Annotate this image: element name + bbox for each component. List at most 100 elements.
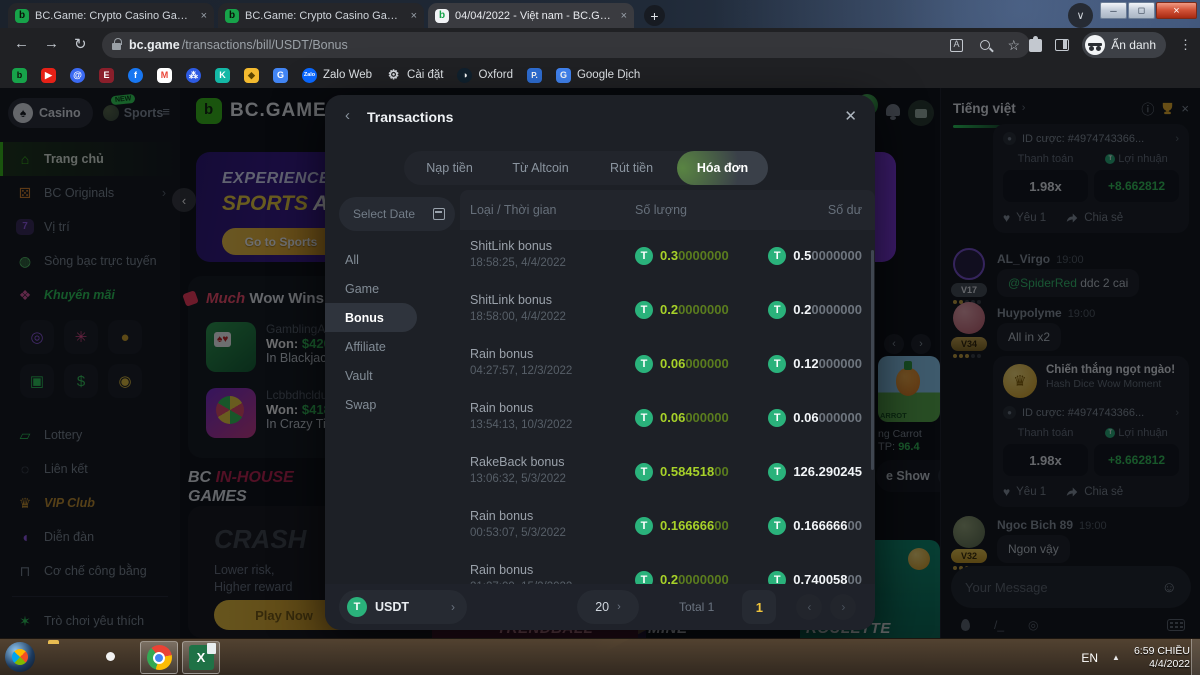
new-tab-button[interactable]: + [644,5,665,26]
filter-all[interactable]: All [325,245,460,274]
usdt-coin-icon: T [768,409,786,427]
bookmark-youtube[interactable]: ▶ [41,68,56,83]
table-row: ShitLink bonus18:58:00, 4/4/2022 T0.2000… [460,284,875,338]
chevron-right-icon: › [617,601,621,613]
show-desktop-button[interactable] [1191,639,1200,675]
bookmark-at[interactable]: @ [70,68,85,83]
tab-withdraw[interactable]: Rút tiền [586,151,677,185]
side-panel-icon[interactable] [1055,39,1069,51]
bcgame-favicon-icon: b [15,9,29,23]
tab-from-altcoin[interactable]: Từ Altcoin [495,151,586,185]
google-translate-icon: G [556,68,571,83]
bcgame-icon: b [12,68,27,83]
back-icon[interactable]: ‹ [345,107,350,124]
usdt-coin-icon: T [768,247,786,265]
transactions-modal: ‹ Transactions ✕ Nạp tiền Từ Altcoin Rút… [325,95,875,630]
back-icon[interactable]: ← [14,35,29,52]
browser-menu-icon[interactable]: ⋮ [1179,37,1192,53]
page-size-value: 20 [595,600,609,614]
filter-affiliate[interactable]: Affiliate [325,332,460,361]
col-type-time: Loại / Thời gian [470,203,635,217]
url-domain: bc.game [129,38,180,52]
usdt-coin-icon: T [768,463,786,481]
taskbar-chrome[interactable] [140,641,178,674]
bookmark-share[interactable]: ⁂ [186,68,201,83]
browser-tab-2[interactable]: b BC.Game: Crypto Casino Games × [218,3,424,28]
share-icon: ⁂ [186,68,201,83]
taskbar-excel[interactable]: X [182,641,220,674]
bookmark-oxford[interactable]: ◑ Oxford [457,68,513,83]
tab-close-icon[interactable]: × [201,10,207,22]
windows-logo-icon [12,649,28,665]
prev-page-icon[interactable]: ‹ [796,594,822,620]
filter-vault[interactable]: Vault [325,361,460,390]
tab-bill[interactable]: Hóa đơn [677,151,768,185]
bookmark-label: Oxford [478,69,513,81]
tab-close-icon[interactable]: × [411,10,417,22]
bookmark-label: Zalo Web [323,69,372,81]
browser-toolbar: ← → ↻ bc.game /transactions/bill/USDT/Bo… [0,28,1200,62]
bookmark-gmail[interactable]: M [157,68,172,83]
extensions-icon[interactable] [1029,39,1042,52]
filter-bonus[interactable]: Bonus [325,303,417,332]
language-indicator[interactable]: EN [1081,651,1098,665]
bookmark-e[interactable]: E [99,68,114,83]
bookmark-settings[interactable]: ⚙ Cài đặt [386,68,443,83]
bookmark-kucoin[interactable]: K [215,68,230,83]
filter-game[interactable]: Game [325,274,460,303]
bookmark-zalo[interactable]: ZaloZalo Web [302,68,372,83]
maximize-button[interactable]: ◻ [1128,2,1155,19]
taskbar: X EN ▲ 6:59 CHIỀU4/4/2022 [0,638,1200,675]
usdt-coin-icon: T [635,247,653,265]
current-page[interactable]: 1 [742,590,776,624]
bookmarks-bar: b ▶ @ E f M ⁂ K ◆ G ZaloZalo Web ⚙ Cài đặ… [0,62,1200,88]
bookmark-binance[interactable]: ◆ [244,68,259,83]
bookmark-facebook[interactable]: f [128,68,143,83]
gear-icon: ⚙ [386,68,401,83]
translate-icon: G [273,68,288,83]
scrollbar[interactable] [871,250,874,470]
select-date-dropdown[interactable]: Select Date [339,197,455,231]
browser-tab-1[interactable]: b BC.Game: Crypto Casino Games × [8,3,214,28]
browser-tab-3[interactable]: b 04/04/2022 - Việt nam - BC.Gam × [428,3,634,28]
oxford-icon: ◑ [457,68,472,83]
translate-icon[interactable] [950,39,963,52]
tray-expand-icon[interactable]: ▲ [1112,653,1120,662]
start-button[interactable] [5,642,35,672]
tab-list-chevron-icon[interactable]: ∨ [1068,3,1093,28]
e-icon: E [99,68,114,83]
zoom-icon[interactable] [980,40,990,50]
close-icon[interactable]: ✕ [844,107,857,125]
currency-selector[interactable]: T USDT › [339,590,467,624]
close-window-button[interactable]: × [1156,2,1197,19]
col-balance: Số dư [828,203,862,217]
bookmark-label: Google Dịch [577,69,640,81]
url-path: /transactions/bill/USDT/Bonus [182,38,348,52]
bookmark-star-icon[interactable]: ☆ [1007,37,1020,54]
minimize-button[interactable]: ─ [1100,2,1127,19]
bookmark-google-translate[interactable]: G Google Dịch [556,68,640,83]
bookmark-p[interactable]: P. [527,68,542,83]
bookmark-bcgame[interactable]: b [12,68,27,83]
incognito-icon [1085,35,1105,55]
clock[interactable]: 6:59 CHIỀU4/4/2022 [1134,645,1190,671]
incognito-badge[interactable]: Ẩn danh [1082,32,1166,58]
bookmark-label: Cài đặt [407,69,443,81]
reload-icon[interactable]: ↻ [74,35,87,53]
address-bar[interactable]: bc.game /transactions/bill/USDT/Bonus ☆ [102,32,1030,58]
page-size-selector[interactable]: 20 › [577,590,639,624]
chrome-icon [147,645,172,670]
filter-swap[interactable]: Swap [325,390,460,419]
currency-label: USDT [375,600,409,614]
table-row: Rain bonus13:54:13, 10/3/2022 T0.0600000… [460,392,875,446]
bookmark-translate[interactable]: G [273,68,288,83]
forward-icon[interactable]: → [44,35,59,52]
tab-close-icon[interactable]: × [621,10,627,22]
next-page-icon[interactable]: › [830,594,856,620]
youtube-icon: ▶ [41,68,56,83]
transactions-table: ShitLink bonus18:58:25, 4/4/2022 T0.3000… [460,230,875,608]
modal-footer: T USDT › 20 › Total 1 1 ‹ › [325,584,875,630]
tab-title: 04/04/2022 - Việt nam - BC.Gam [455,10,615,22]
usdt-coin-icon: T [635,301,653,319]
tab-deposit[interactable]: Nạp tiền [404,151,495,185]
